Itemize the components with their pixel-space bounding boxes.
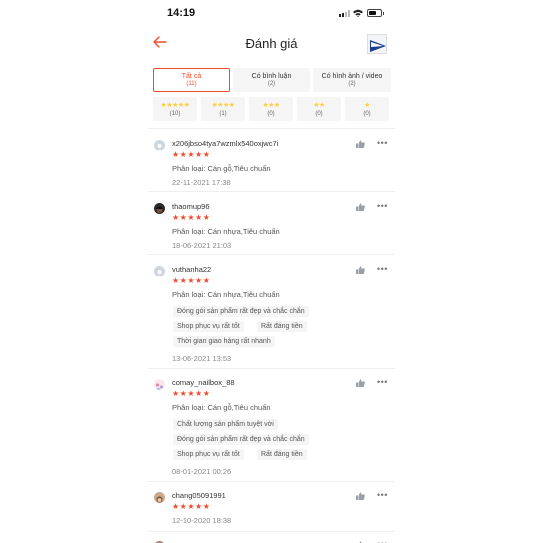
status-bar: 14:19 <box>148 0 395 26</box>
avatar[interactable] <box>154 379 165 390</box>
star-icons: ★★★ <box>262 102 280 109</box>
review-tag: Đóng gói sản phẩm rất đẹp và chắc chắn <box>173 306 309 317</box>
review-tag: Đóng gói sản phẩm rất đẹp và chắc chắn <box>173 434 309 445</box>
more-options-icon[interactable]: ••• <box>377 265 388 274</box>
review-rating: ★★★★★ <box>172 502 211 511</box>
star-icons: ★★ <box>313 102 325 109</box>
tab-count: (2) <box>348 81 356 87</box>
review-date: 13-06-2021 13:53 <box>172 354 232 363</box>
star-icons: ★★★★ <box>211 102 235 109</box>
thumbs-up-icon[interactable] <box>356 203 365 211</box>
filter-4-star[interactable]: ★★★★ (1) <box>201 97 245 121</box>
filter-2-star[interactable]: ★★ (0) <box>297 97 341 121</box>
more-options-icon[interactable]: ••• <box>377 202 388 211</box>
reviewer-name: chang05091991 <box>172 491 226 500</box>
review-tag: Rất đáng tiền <box>257 449 307 460</box>
wifi-icon <box>353 9 363 17</box>
avatar[interactable] <box>154 266 165 277</box>
review-date: 18-06-2021 21:03 <box>172 241 232 250</box>
status-time: 14:19 <box>167 7 196 19</box>
thumbs-up-icon[interactable] <box>356 140 365 148</box>
filter-3-star[interactable]: ★★★ (0) <box>249 97 293 121</box>
avatar[interactable] <box>154 203 165 214</box>
star-filter-row: ★★★★★ (10) ★★★★ (1) ★★★ (0) ★★ (0) ★ (0) <box>153 97 391 121</box>
review-variant: Phân loại: Cán nhựa,Tiêu chuẩn <box>172 290 280 299</box>
filter-count: (10) <box>169 111 181 117</box>
review-tag: Chất lượng sản phẩm tuyệt vời <box>173 419 278 430</box>
review-tag: Shop phục vụ rất tốt <box>173 321 244 332</box>
tab-all[interactable]: Tất cả (11) <box>153 68 230 92</box>
filter-tabs: Tất cả (11) Có bình luận (2) Có hình ảnh… <box>153 68 391 92</box>
review-item: vuthanha22 ★★★★★ Phân loại: Cán nhựa,Tiê… <box>148 254 395 368</box>
thumbs-up-icon[interactable] <box>356 379 365 387</box>
avatar[interactable] <box>154 140 165 151</box>
review-rating: ★★★★★ <box>172 389 211 398</box>
tab-count: (2) <box>267 81 276 87</box>
star-icons: ★ <box>364 102 370 109</box>
review-tag: Rất đáng tiền <box>257 321 307 332</box>
product-thumbnail[interactable] <box>367 34 387 54</box>
review-item: comay_nailbox_88 ★★★★★ Phân loại: Cán gỗ… <box>148 368 395 481</box>
review-rating: ★★★★★ <box>172 276 211 285</box>
app-bar: Đánh giá <box>148 26 395 62</box>
reviewer-name: x206jbso4tya7wzmlx540oxjwc7i <box>172 139 279 148</box>
review-tag: Thời gian giao hàng rất nhanh <box>173 336 275 347</box>
page-title: Đánh giá <box>245 36 298 51</box>
reviewer-name: vuthanha22 <box>172 265 212 274</box>
tab-label: Có bình luận <box>251 73 292 80</box>
review-item: ••• <box>148 531 395 543</box>
review-date: 08-01-2021 00:26 <box>172 467 232 476</box>
review-item: chang05091991 ★★★★★ 12-10-2020 18:38 ••• <box>148 481 395 531</box>
review-date: 12-10-2020 18:38 <box>172 516 232 525</box>
review-item: thaomup96 ★★★★★ Phân loại: Cán nhựa,Tiêu… <box>148 191 395 254</box>
filter-count: (0) <box>363 111 371 117</box>
tab-with-comment[interactable]: Có bình luận (2) <box>233 68 310 92</box>
filter-5-star[interactable]: ★★★★★ (10) <box>153 97 197 121</box>
more-options-icon[interactable]: ••• <box>377 378 388 387</box>
more-options-icon[interactable]: ••• <box>377 491 388 500</box>
review-variant: Phân loại: Cán gỗ,Tiêu chuẩn <box>172 403 271 412</box>
battery-icon <box>367 9 384 17</box>
thumbs-up-icon[interactable] <box>356 492 365 500</box>
review-date: 22-11-2021 17:38 <box>172 178 231 187</box>
review-variant: Phân loại: Cán nhựa,Tiêu chuẩn <box>172 227 280 236</box>
reviewer-name: thaomup96 <box>172 202 210 211</box>
filter-count: (1) <box>219 111 227 117</box>
phone-screen: 14:19 Đánh giá Tất cả (11) Có bình luận … <box>148 0 395 543</box>
signal-icon <box>339 10 350 17</box>
tab-with-media[interactable]: Có hình ảnh / video (2) <box>313 68 391 92</box>
filter-1-star[interactable]: ★ (0) <box>345 97 389 121</box>
review-rating: ★★★★★ <box>172 150 211 159</box>
star-icons: ★★★★★ <box>160 102 190 109</box>
avatar[interactable] <box>154 492 165 503</box>
tab-count: (11) <box>186 81 197 87</box>
review-rating: ★★★★★ <box>172 213 211 222</box>
tab-label: Tất cả <box>181 73 202 80</box>
review-variant: Phân loại: Cán gỗ,Tiêu chuẩn <box>172 164 271 173</box>
filter-count: (0) <box>267 111 275 117</box>
review-tag: Shop phục vụ rất tốt <box>173 449 244 460</box>
more-options-icon[interactable]: ••• <box>377 139 388 148</box>
filter-count: (0) <box>315 111 323 117</box>
thumbs-up-icon[interactable] <box>356 266 365 274</box>
reviewer-name: comay_nailbox_88 <box>172 378 235 387</box>
tab-label: Có hình ảnh / video <box>321 73 383 80</box>
review-item: x206jbso4tya7wzmlx540oxjwc7i ★★★★★ Phân … <box>148 128 395 191</box>
